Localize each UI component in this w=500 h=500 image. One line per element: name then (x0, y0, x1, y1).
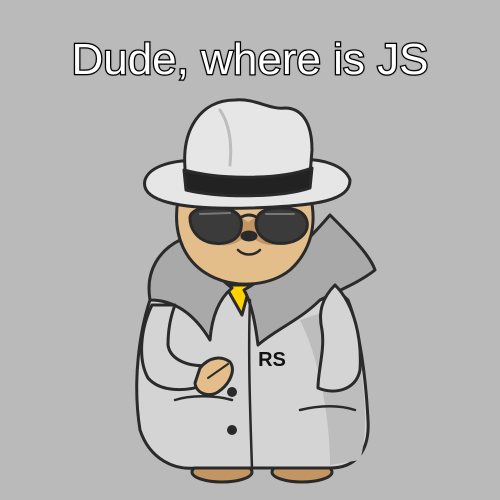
fedora-hat (143, 98, 352, 210)
meme-caption: Dude, where is JS (70, 34, 430, 86)
meme-canvas: RS Dude, where is JS (0, 0, 500, 500)
coat-label: RS (258, 349, 286, 371)
right-arm (316, 283, 362, 393)
